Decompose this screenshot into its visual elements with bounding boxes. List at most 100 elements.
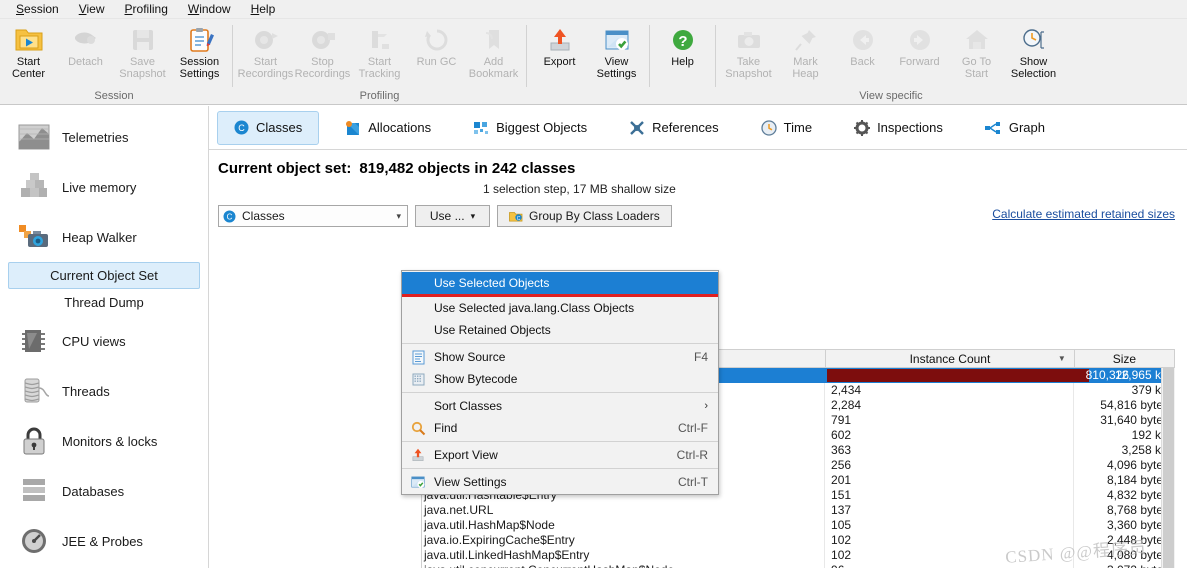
gauge-icon: [14, 524, 54, 558]
context-menu-item-accelerator: Ctrl-R: [676, 448, 708, 462]
tab-allocations[interactable]: Allocations: [329, 111, 447, 145]
sidebar-item-jee-probes[interactable]: JEE & Probes: [0, 516, 208, 566]
show-selection-button[interactable]: Show Selection: [1005, 23, 1062, 80]
table-vertical-scrollbar[interactable]: [1161, 368, 1175, 568]
table-row[interactable]: java.util.LinkedHashMap$Entry 102 4,080 by…: [422, 548, 1174, 563]
sidebar-item-monitors-locks[interactable]: Monitors & locks: [0, 416, 208, 466]
sidebar-item-telemetries[interactable]: Telemetries: [0, 112, 208, 162]
run-gc-button: Run GC: [408, 23, 465, 68]
take-snapshot-label: Take Snapshot: [725, 56, 772, 80]
show-selection-label: Show Selection: [1010, 56, 1057, 80]
window-check-icon: [410, 474, 426, 490]
clock-icon: [761, 119, 777, 136]
sidebar-item-databases[interactable]: Databases: [0, 466, 208, 516]
toolbar-group-label: Profiling: [359, 90, 400, 102]
table-row[interactable]: java.util.HashMap$Node 105 3,360 bytes: [422, 518, 1174, 533]
table-row[interactable]: java.net.URL 137 8,768 bytes: [422, 503, 1174, 518]
cell-size: 31,640 bytes: [1100, 413, 1169, 427]
use-button[interactable]: Use ... ▾: [415, 205, 490, 227]
chevron-down-icon: ▾: [470, 210, 476, 221]
column-header-size[interactable]: Size: [1075, 350, 1174, 367]
toolbar-group-misc: ? Help: [654, 19, 711, 105]
cell-instance-count: 256: [825, 458, 1075, 473]
export-label: Export: [543, 56, 576, 68]
sidebar-item-label: Heap Walker: [62, 229, 137, 245]
menu-view[interactable]: View: [69, 0, 115, 19]
help-button[interactable]: ? Help: [654, 23, 711, 68]
floppy-disk-icon: [128, 26, 158, 54]
group-by-class-loaders-button[interactable]: C Group By Class Loaders: [497, 205, 672, 227]
biggest-objects-icon: [473, 120, 489, 136]
start-center-button[interactable]: Start Center: [0, 23, 57, 80]
table-row[interactable]: java.util.concurrent.ConcurrentHashMap$N…: [422, 563, 1174, 568]
sidebar-item-threads[interactable]: Threads: [0, 366, 208, 416]
cell-instance-count: 2,434: [825, 383, 1075, 398]
start-center-label: Start Center: [11, 56, 46, 80]
sidebar-item-thread-dump[interactable]: Thread Dump: [8, 289, 200, 316]
session-settings-label: Session Settings: [179, 56, 220, 80]
tab-inspections[interactable]: Inspections: [838, 111, 959, 145]
menu-help[interactable]: Help: [241, 0, 286, 19]
cell-instance-count: 810,326: [825, 368, 1129, 383]
context-menu-item-use-retained-objects[interactable]: Use Retained Objects: [402, 319, 718, 341]
context-menu-item-show-bytecode[interactable]: Show Bytecode: [402, 368, 718, 390]
sidebar-item-label: Threads: [62, 383, 110, 399]
sidebar-item-cpu-views[interactable]: CPU views: [0, 316, 208, 366]
toolbar-group-view-specific: Take Snapshot Mark Heap Back Forward Go To S…: [720, 19, 1062, 105]
session-settings-button[interactable]: Session Settings: [171, 23, 228, 80]
sidebar-item-live-memory[interactable]: Live memory: [0, 162, 208, 212]
submenu-chevron-icon: ›: [704, 400, 708, 412]
tab-biggest-objects[interactable]: Biggest Objects: [457, 111, 603, 145]
calculate-retained-sizes-link[interactable]: Calculate estimated retained sizes: [992, 207, 1175, 221]
sidebar-item-label: Telemetries: [62, 129, 129, 145]
context-menu-item-show-source[interactable]: Show Source F4: [402, 346, 718, 368]
svg-text:C: C: [238, 123, 245, 133]
table-row[interactable]: java.io.ExpiringCache$Entry 102 2,448 byte…: [422, 533, 1174, 548]
export-button[interactable]: Export: [531, 23, 588, 68]
cell-instance-count: 363: [825, 443, 1075, 458]
context-menu-item-accelerator: Ctrl-T: [678, 475, 708, 489]
view-settings-button[interactable]: View Settings: [588, 23, 645, 80]
tab-classes[interactable]: C Classes: [217, 110, 320, 145]
go-to-start-label: Go To Start: [961, 56, 992, 80]
menu-profiling[interactable]: Profiling: [115, 0, 178, 19]
aggregation-combo[interactable]: C Classes ▾: [218, 205, 408, 227]
toolbar-group-label: [654, 89, 711, 105]
cell-instance-count: 151: [825, 488, 1075, 503]
tab-time[interactable]: Time: [745, 111, 828, 145]
forward-button: Forward: [891, 23, 948, 68]
cell-instance-count: 137: [825, 503, 1075, 518]
tab-references[interactable]: References: [613, 111, 734, 145]
svg-text:C: C: [517, 216, 521, 222]
sidebar-item-label: JEE & Probes: [62, 533, 143, 549]
context-menu-item-find[interactable]: Find Ctrl-F: [402, 417, 718, 439]
context-menu-item-sort-classes[interactable]: Sort Classes ›: [402, 395, 718, 417]
context-menu: Use Selected Objects Use Selected java.la…: [401, 270, 719, 495]
menu-divider: [402, 343, 718, 344]
context-menu-item-view-settings[interactable]: View Settings Ctrl-T: [402, 471, 718, 493]
context-menu-item-use-selected-objects[interactable]: Use Selected Objects: [402, 272, 718, 294]
menu-session[interactable]: Session: [6, 0, 69, 19]
cell-instance-count: 105: [825, 518, 1075, 533]
column-header-label: Size: [1112, 351, 1137, 366]
mark-heap-label: Mark Heap: [792, 56, 819, 80]
context-menu-item-export-view[interactable]: Export View Ctrl-R: [402, 444, 718, 466]
context-menu-item-label: Use Selected Objects: [434, 276, 550, 290]
help-question-icon: ?: [668, 26, 698, 54]
column-header-count[interactable]: Instance Count ▼: [826, 350, 1075, 367]
context-menu-item-label: View Settings: [434, 475, 507, 489]
menu-divider: [402, 392, 718, 393]
context-menu-item-use-selected-java-lang-class-objects[interactable]: Use Selected java.lang.Class Objects: [402, 297, 718, 319]
cell-instance-count: 201: [825, 473, 1075, 488]
menu-window[interactable]: Window: [178, 0, 241, 19]
padlock-icon: [14, 424, 54, 458]
context-menu-item-label: Find: [434, 421, 458, 435]
cell-size: 8,184 bytes: [1106, 473, 1169, 487]
sidebar-item-current-object-set[interactable]: Current Object Set: [8, 262, 200, 289]
sidebar-item-heap-walker[interactable]: Heap Walker: [0, 212, 208, 262]
cell-size: 4,096 bytes: [1106, 458, 1169, 472]
scrollbar-thumb[interactable]: [1163, 368, 1174, 568]
tab-graph[interactable]: Graph: [969, 111, 1061, 145]
svg-text:C: C: [227, 212, 233, 221]
context-menu-item-label: Show Source: [434, 350, 506, 364]
